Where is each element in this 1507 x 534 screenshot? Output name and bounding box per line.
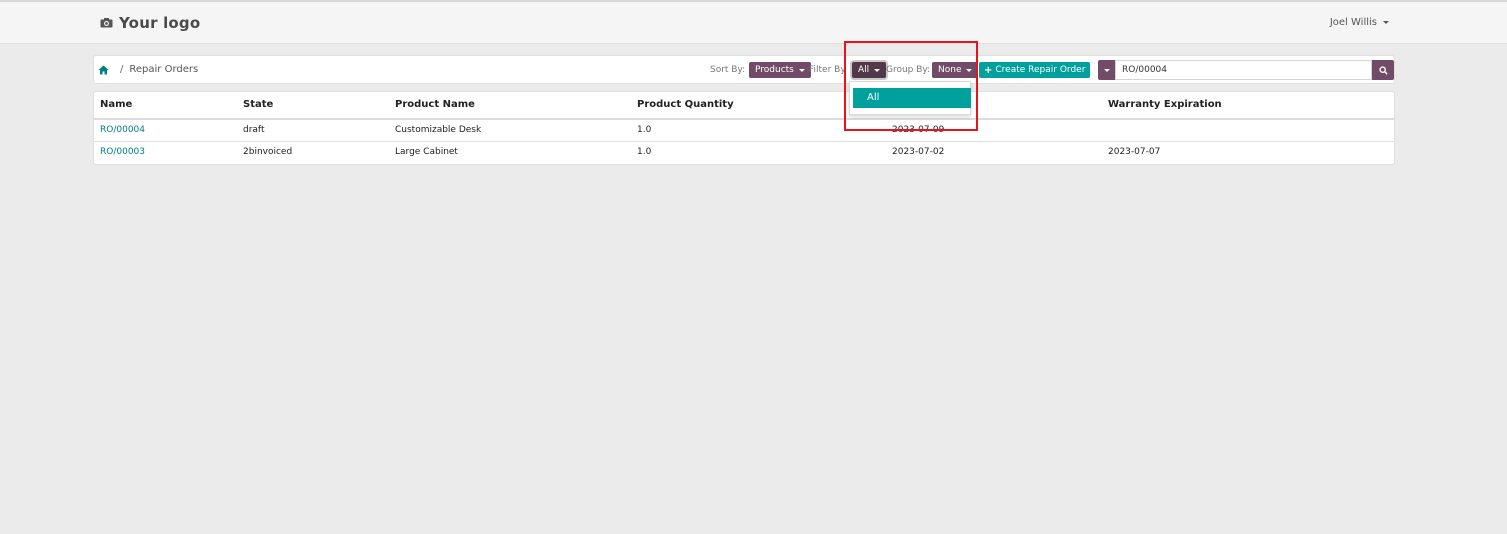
column-header-product-quantity[interactable]: Product Quantity: [637, 99, 734, 110]
breadcrumb-current: Repair Orders: [129, 64, 199, 75]
header-divider: [94, 118, 1394, 120]
row-state: draft: [243, 125, 265, 135]
repair-orders-table: Name State Product Name Product Quantity…: [93, 91, 1395, 165]
row-state: 2binvoiced: [243, 147, 293, 157]
camera-icon: [100, 18, 113, 28]
column-header-warranty-expiration[interactable]: Warranty Expiration: [1108, 99, 1222, 110]
breadcrumb: / Repair Orders: [98, 64, 198, 75]
row-date: 2023-07-02: [892, 147, 945, 157]
filter-value: All: [858, 65, 870, 75]
column-header-state[interactable]: State: [243, 99, 273, 110]
create-button-label: Create Repair Order: [995, 65, 1086, 75]
logo[interactable]: Your logo: [100, 14, 200, 32]
filter-option-all[interactable]: All: [853, 88, 971, 108]
create-repair-order-button[interactable]: + Create Repair Order: [979, 62, 1091, 78]
filter-dropdown[interactable]: All: [852, 62, 887, 78]
chevron-down-icon: [798, 68, 805, 72]
sort-label: Sort By:: [710, 65, 746, 75]
row-product-name: Customizable Desk: [395, 125, 482, 135]
column-header-name[interactable]: Name: [100, 99, 132, 110]
row-date: 2023-07-09: [892, 125, 945, 135]
chevron-down-icon: [1103, 68, 1110, 72]
user-name: Joel Willis: [1329, 17, 1377, 28]
search-icon: [1378, 65, 1388, 75]
breadcrumb-separator: /: [120, 64, 124, 75]
row-warranty: 2023-07-07: [1108, 147, 1161, 157]
control-panel: / Repair Orders Sort By: Products Filter…: [93, 55, 1395, 84]
row-name-link[interactable]: RO/00004: [100, 125, 145, 135]
logo-text: Your logo: [119, 14, 201, 32]
sort-value: Products: [755, 65, 794, 75]
search-input[interactable]: [1115, 60, 1372, 80]
plus-icon: +: [984, 64, 993, 76]
column-header-product-name[interactable]: Product Name: [395, 99, 475, 110]
user-menu[interactable]: Joel Willis: [1330, 17, 1389, 28]
row-name-link[interactable]: RO/00003: [100, 147, 145, 157]
chevron-down-icon: [874, 68, 881, 72]
search-options-toggle[interactable]: [1098, 60, 1115, 80]
chevron-down-icon: [966, 68, 973, 72]
filter-label: Filter By: [809, 65, 846, 75]
row-quantity: 1.0: [637, 125, 652, 135]
search-button[interactable]: [1372, 60, 1394, 80]
chevron-down-icon: [1383, 21, 1389, 24]
row-product-name: Large Cabinet: [395, 147, 458, 157]
row-divider: [94, 141, 1394, 142]
row-quantity: 1.0: [637, 147, 652, 157]
group-label: Group By:: [886, 65, 931, 75]
navbar: Your logo Joel Willis: [0, 2, 1507, 44]
sort-dropdown[interactable]: Products: [749, 62, 811, 78]
filter-dropdown-menu: All: [849, 81, 971, 115]
group-dropdown[interactable]: None: [932, 62, 979, 78]
home-icon[interactable]: [98, 65, 109, 75]
group-value: None: [938, 65, 962, 75]
